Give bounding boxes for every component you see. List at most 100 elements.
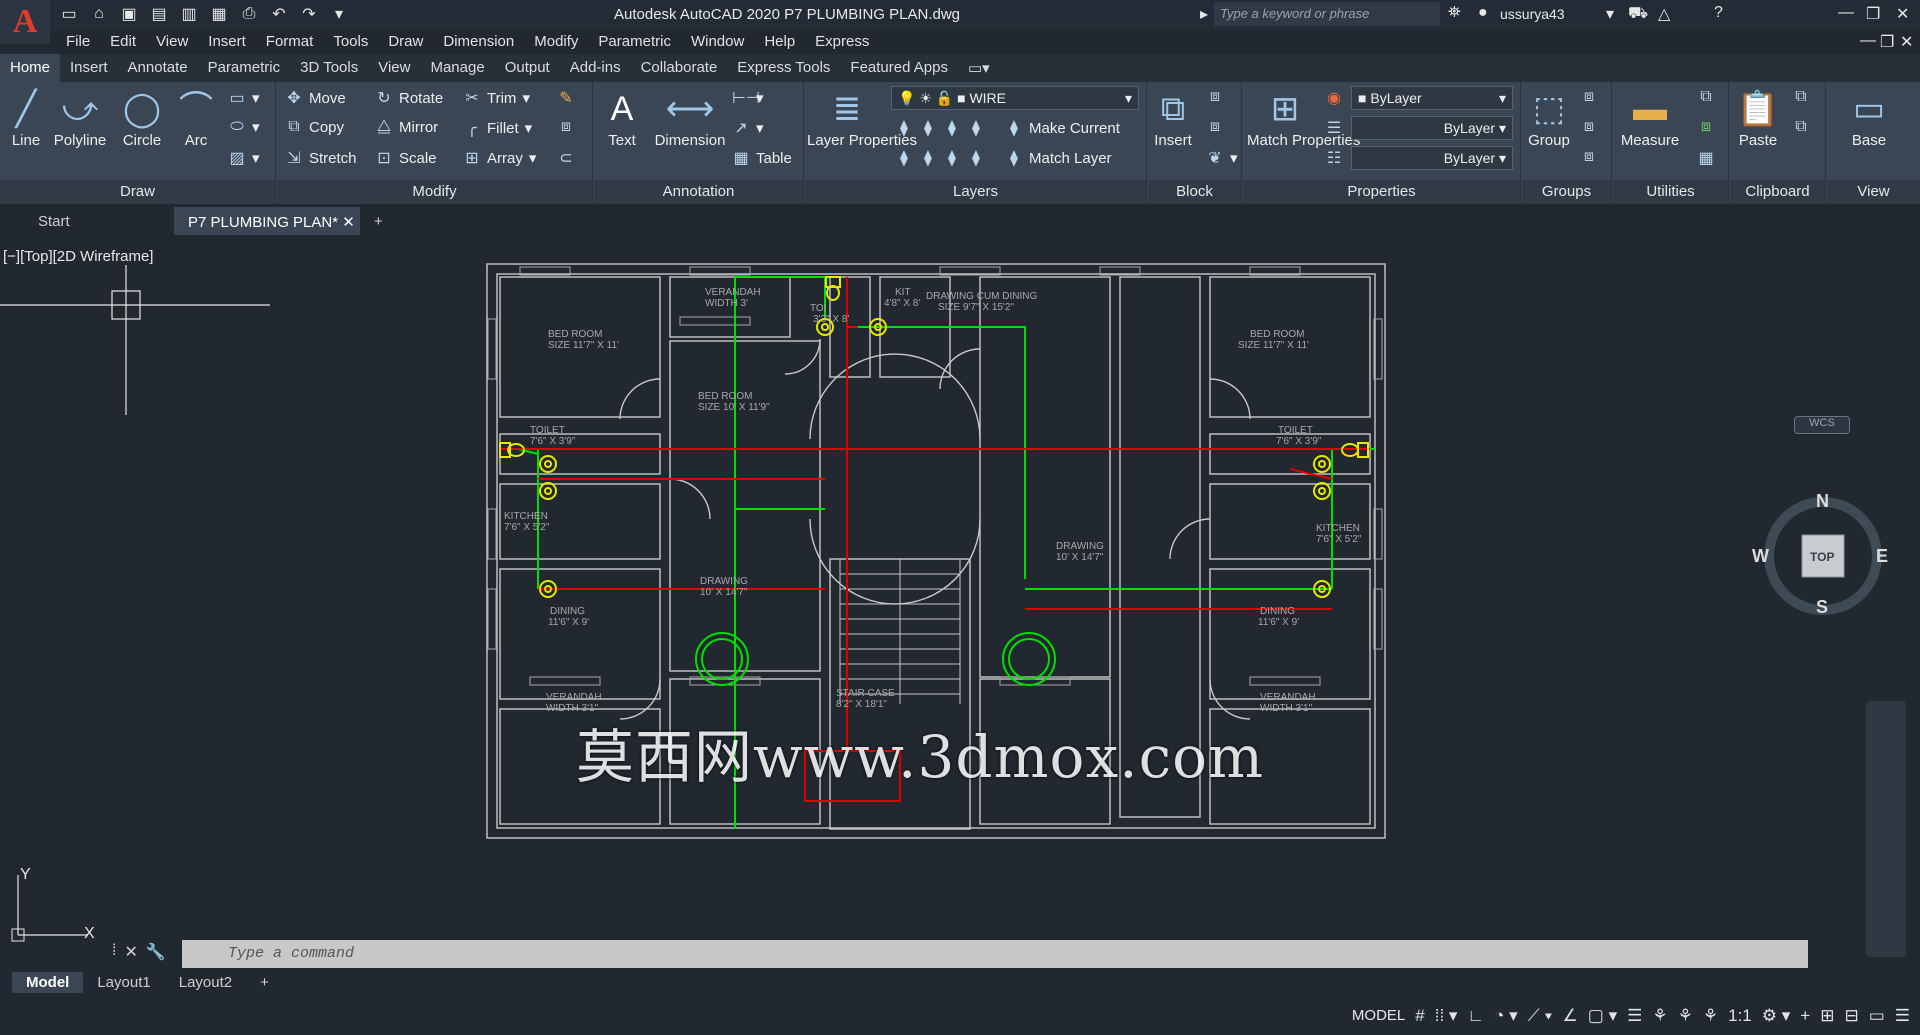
offset-icon[interactable]: ⊂ bbox=[557, 148, 575, 168]
dropdown-icon[interactable]: ▾ bbox=[1606, 4, 1614, 24]
ribbon-options-icon[interactable]: ▭▾ bbox=[958, 54, 1000, 82]
annotation-scale-icon[interactable]: ⚘ bbox=[1703, 1006, 1718, 1026]
tab-add-ins[interactable]: Add-ins bbox=[560, 54, 631, 82]
tab-layout2[interactable]: Layout2 bbox=[165, 972, 246, 993]
view-panel-title[interactable]: View bbox=[1827, 180, 1920, 204]
tab-3d-tools[interactable]: 3D Tools bbox=[290, 54, 368, 82]
ellipse-icon[interactable]: ⬭ ▾ bbox=[228, 118, 259, 136]
menu-modify[interactable]: Modify bbox=[524, 30, 588, 54]
layer-tools-icons-2[interactable]: ⧫ ⧫ ⧫ ⧫ bbox=[895, 148, 985, 168]
match-layer-button[interactable]: ⧫ Match Layer bbox=[1005, 148, 1112, 168]
undo-icon[interactable]: ↶ bbox=[268, 3, 290, 25]
drawing-canvas[interactable]: [−][Top][2D Wireframe] VERANDAH WIDTH 3'… bbox=[0, 235, 1920, 963]
array-button[interactable]: ⊞ Array ▾ bbox=[463, 148, 536, 168]
lineweight-dropdown[interactable]: ByLayer ▾ bbox=[1351, 116, 1513, 140]
group-button[interactable]: ⬚ Group bbox=[1526, 86, 1572, 149]
hatch-icon[interactable]: ▨ ▾ bbox=[228, 148, 259, 168]
a360-icon[interactable]: △ bbox=[1658, 4, 1670, 24]
copy-clip-icon[interactable]: ⧉ bbox=[1792, 118, 1810, 136]
customize-icon[interactable]: ☰ bbox=[1895, 1006, 1910, 1026]
lineweight-icon[interactable]: ☰ bbox=[1325, 118, 1343, 138]
username[interactable]: ussurya43 bbox=[1500, 6, 1565, 22]
copy-button[interactable]: ⧉ Copy bbox=[285, 118, 344, 136]
binoculars-icon[interactable]: ⛯ bbox=[1448, 4, 1461, 22]
fillet-button[interactable]: ╭ Fillet ▾ bbox=[463, 118, 532, 138]
tab-featured-apps[interactable]: Featured Apps bbox=[840, 54, 958, 82]
stretch-button[interactable]: ⇲ Stretch bbox=[285, 148, 356, 168]
layer-properties-button[interactable]: ≣ Layer Properties bbox=[807, 86, 917, 149]
menu-tools[interactable]: Tools bbox=[323, 30, 378, 54]
menu-parametric[interactable]: Parametric bbox=[588, 30, 681, 54]
doc-close-icon[interactable]: ✕ bbox=[1900, 32, 1913, 52]
linetype-dropdown[interactable]: ByLayer ▾ bbox=[1351, 146, 1513, 170]
menu-draw[interactable]: Draw bbox=[378, 30, 433, 54]
annotation-panel-title[interactable]: Annotation bbox=[594, 180, 803, 204]
quick-select-icon[interactable]: ⧉ bbox=[1697, 88, 1715, 106]
rotate-button[interactable]: ↻ Rotate bbox=[375, 88, 443, 108]
plot-icon[interactable]: ⎙ bbox=[238, 3, 260, 25]
viewcube-top-face[interactable]: TOP bbox=[1810, 550, 1834, 564]
insert-button[interactable]: ⧉ Insert bbox=[1150, 86, 1196, 149]
line-button[interactable]: ╱ Line bbox=[4, 86, 48, 149]
menu-view[interactable]: View bbox=[146, 30, 198, 54]
modify-panel-title[interactable]: Modify bbox=[277, 180, 592, 204]
tab-home[interactable]: Home bbox=[0, 54, 61, 82]
tab-model[interactable]: Model bbox=[12, 971, 84, 993]
tab-collaborate[interactable]: Collaborate bbox=[631, 54, 728, 82]
object-snap-tracking-icon[interactable]: ∠ bbox=[1563, 1006, 1578, 1026]
polar-icon[interactable]: ◔ ▾ bbox=[1494, 1006, 1518, 1026]
match-properties-button[interactable]: ⊞ Match Properties bbox=[1247, 86, 1360, 149]
clipboard-panel-title[interactable]: Clipboard bbox=[1730, 180, 1825, 204]
search-input[interactable]: Type a keyword or phrase bbox=[1214, 2, 1440, 26]
doc-restore-icon[interactable]: ❐ bbox=[1880, 32, 1894, 52]
ortho-icon[interactable]: ∟ bbox=[1467, 1006, 1484, 1026]
viewcube-west[interactable]: W bbox=[1752, 546, 1769, 567]
group-select-icon[interactable]: ⧈ bbox=[1580, 148, 1598, 166]
tab-parametric[interactable]: Parametric bbox=[198, 54, 291, 82]
groups-panel-title[interactable]: Groups bbox=[1522, 180, 1611, 204]
color-wheel-icon[interactable]: ◉ bbox=[1325, 88, 1343, 108]
tab-layout1[interactable]: Layout1 bbox=[83, 972, 164, 993]
paste-button[interactable]: 📋 Paste bbox=[1734, 86, 1782, 149]
make-current-button[interactable]: ⧫ Make Current bbox=[1005, 118, 1120, 138]
restore-icon[interactable]: ❐ bbox=[1866, 4, 1880, 24]
navigation-bar[interactable] bbox=[1866, 701, 1906, 957]
color-dropdown[interactable]: ■ ByLayer ▾ bbox=[1351, 86, 1513, 110]
isodraft-icon[interactable]: ⟋ ▾ bbox=[1528, 1006, 1553, 1026]
dimension-button[interactable]: ⟷ Dimension bbox=[652, 86, 728, 149]
open-web-icon[interactable]: ▥ bbox=[178, 3, 200, 25]
menu-format[interactable]: Format bbox=[256, 30, 324, 54]
measure-button[interactable]: ▬ Measure bbox=[1617, 86, 1683, 149]
calculator-icon[interactable]: ▦ bbox=[1697, 148, 1715, 168]
scale-button[interactable]: ⊡ Scale bbox=[375, 148, 436, 168]
menu-express[interactable]: Express bbox=[805, 30, 879, 54]
group-edit-icon[interactable]: ⧈ bbox=[1580, 118, 1598, 136]
command-input[interactable]: Type a command bbox=[182, 940, 1808, 968]
annotation-monitor-icon[interactable]: + bbox=[1800, 1006, 1810, 1026]
cart-icon[interactable]: ⛟ bbox=[1628, 4, 1648, 24]
workspace-gear-icon[interactable]: ⚙ ▾ bbox=[1762, 1006, 1791, 1026]
menu-dimension[interactable]: Dimension bbox=[433, 30, 524, 54]
tab-insert[interactable]: Insert bbox=[60, 54, 118, 82]
trim-button[interactable]: ✂ Trim ▾ bbox=[463, 88, 530, 108]
menu-window[interactable]: Window bbox=[681, 30, 754, 54]
tab-output[interactable]: Output bbox=[495, 54, 560, 82]
create-block-icon[interactable]: ⧈ bbox=[1206, 88, 1224, 106]
move-button[interactable]: ✥ Move bbox=[285, 88, 345, 108]
close-icon[interactable]: ✕ bbox=[1896, 4, 1909, 24]
attribute-icon[interactable]: ❦ ▾ bbox=[1206, 148, 1237, 168]
viewcube-south[interactable]: S bbox=[1816, 597, 1828, 618]
viewport-controls[interactable]: [−][Top][2D Wireframe] bbox=[3, 248, 153, 265]
menu-file[interactable]: File bbox=[56, 30, 100, 54]
tab-view[interactable]: View bbox=[368, 54, 420, 82]
tab-express-tools[interactable]: Express Tools bbox=[727, 54, 840, 82]
viewcube-east[interactable]: E bbox=[1876, 546, 1888, 567]
user-icon[interactable]: ● bbox=[1478, 4, 1488, 22]
autoscale-icon[interactable]: ⚘ bbox=[1678, 1006, 1693, 1026]
menu-insert[interactable]: Insert bbox=[198, 30, 256, 54]
cut-icon[interactable]: ⧉ bbox=[1792, 88, 1810, 106]
linear-dim-icon[interactable]: ⊢⊣ ▾ bbox=[732, 88, 764, 108]
plumbing-floor-plan[interactable]: VERANDAHWIDTH 3' BED ROOMSIZE 11'7" X 11… bbox=[480, 259, 1390, 959]
edit-block-icon[interactable]: ⧈ bbox=[1206, 118, 1224, 136]
draw-panel-title[interactable]: Draw bbox=[0, 180, 275, 204]
